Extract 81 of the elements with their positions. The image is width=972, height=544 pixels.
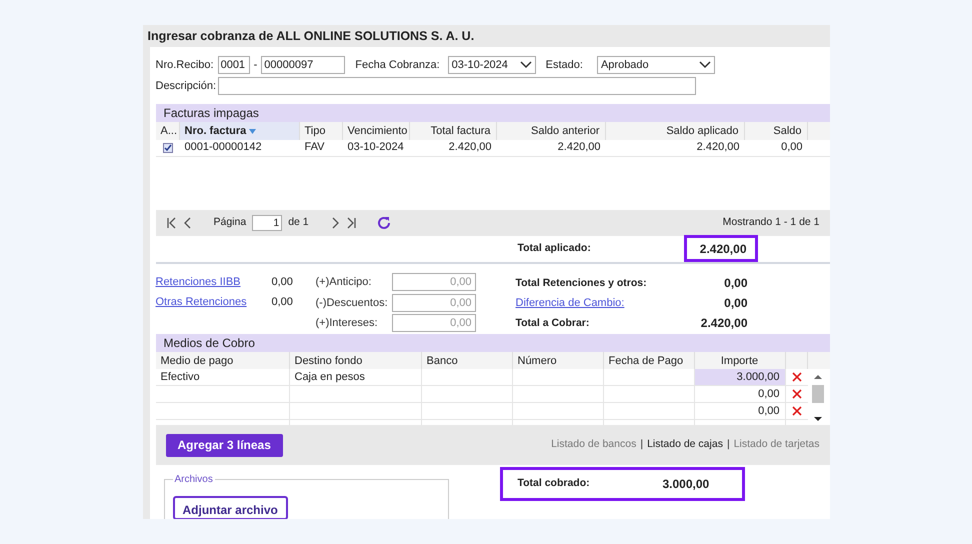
separator-text: - xyxy=(254,58,258,73)
last-page-icon[interactable] xyxy=(344,216,357,229)
table-cell: 0,00 xyxy=(694,403,786,420)
column-header[interactable]: Tipo xyxy=(300,122,342,140)
field-label: (+)Anticipo: xyxy=(316,274,372,290)
table-cell-text: 2.420,00 xyxy=(696,140,740,156)
total-value: 2.420,00 xyxy=(684,235,758,262)
field-label: Nro.Recibo: xyxy=(156,58,214,73)
total-label: Total Retenciones y otros: xyxy=(516,276,648,292)
amount-field[interactable]: 0,00 xyxy=(392,294,476,312)
total-value: 0,00 xyxy=(723,294,748,312)
add-lines-button[interactable]: Agregar 3 líneas xyxy=(166,434,283,457)
list-link[interactable]: Listado de tarjetas xyxy=(734,437,820,454)
column-header[interactable]: Número xyxy=(512,352,604,370)
total-value: 2.420,00 xyxy=(700,314,748,332)
section-header: Facturas impagas xyxy=(156,104,830,122)
table-cell-text: 2.420,00 xyxy=(556,140,602,156)
page-label: Página xyxy=(214,214,246,230)
chevron-down-icon xyxy=(520,61,532,69)
delete-icon[interactable] xyxy=(792,372,802,382)
chevron-down-icon xyxy=(698,61,711,69)
column-header[interactable]: Destino fondo xyxy=(290,352,422,370)
input-field[interactable] xyxy=(218,77,696,95)
first-page-icon[interactable] xyxy=(166,216,178,229)
table-cell-text: 0,00 xyxy=(780,140,804,156)
separator-text: | xyxy=(640,437,644,452)
column-header[interactable]: Medio de pago xyxy=(156,352,290,370)
table-cell: Efectivo xyxy=(156,369,290,386)
table-cell: 0,00 xyxy=(694,386,786,402)
field-label: (-)Descuentos: xyxy=(316,296,389,311)
delete-icon[interactable] xyxy=(792,406,802,416)
amount-field[interactable]: 0,00 xyxy=(392,273,476,292)
link[interactable]: Retenciones IIBB xyxy=(156,274,272,290)
page-count: de 1 xyxy=(288,214,309,230)
table-cell-text: FAV xyxy=(304,140,326,156)
table-cell-text: 2.420,00 xyxy=(448,140,492,156)
column-header[interactable]: Saldo aplicado xyxy=(606,122,744,140)
column-header[interactable]: Nro. factura xyxy=(180,122,300,140)
page-input[interactable]: 1 xyxy=(252,214,282,231)
column-header[interactable]: Fecha de Pago xyxy=(604,352,694,370)
total-label: Total aplicado: xyxy=(518,240,592,256)
previous-page-icon[interactable] xyxy=(184,216,192,229)
separator-text: | xyxy=(726,437,730,452)
field-label: Descripción: xyxy=(156,78,216,94)
window-title: Ingresar cobranza de ALL ONLINE SOLUTIONS S. A. U. xyxy=(146,28,476,45)
table-cell-text: 03-10-2024 xyxy=(346,140,405,156)
column-header[interactable]: Saldo anterior xyxy=(496,122,606,140)
row-checkbox[interactable] xyxy=(162,142,172,153)
delete-icon[interactable] xyxy=(792,389,802,400)
status-dropdown[interactable]: Aprobado xyxy=(596,56,715,74)
column-header[interactable]: Total factura xyxy=(410,122,496,140)
section-header: Medios de Cobro xyxy=(156,334,830,352)
sort-icon xyxy=(249,128,256,134)
link[interactable]: Diferencia de Cambio: xyxy=(516,295,676,312)
field-label: (+)Intereses: xyxy=(316,316,379,332)
next-page-icon[interactable] xyxy=(330,216,339,229)
date-dropdown[interactable]: 03-10-2024 xyxy=(448,56,536,74)
table-cell: 3.000,00 xyxy=(694,369,786,386)
input-field[interactable]: 00000097 xyxy=(261,56,346,74)
table-cell: Caja en pesos xyxy=(290,369,422,386)
list-link[interactable]: Listado de cajas xyxy=(647,437,723,454)
column-header[interactable]: Banco xyxy=(422,352,512,370)
field-label: Estado: xyxy=(546,58,583,73)
amount-field[interactable]: 0,00 xyxy=(392,314,476,332)
link[interactable]: Otras Retenciones xyxy=(156,294,272,310)
column-header[interactable]: Vencimiento xyxy=(342,122,410,140)
refresh-icon[interactable] xyxy=(376,216,391,230)
field-label: Fecha Cobranza: xyxy=(355,58,440,73)
list-link[interactable]: Listado de bancos xyxy=(551,437,636,454)
table-cell-text: 0001-00000142 xyxy=(184,140,263,156)
amount-text: 0,00 xyxy=(272,274,293,290)
column-header[interactable]: Saldo xyxy=(744,122,808,140)
total-value: 0,00 xyxy=(723,274,748,292)
total-label: Total cobrado: xyxy=(518,476,591,492)
check-icon xyxy=(164,144,172,152)
input-field[interactable]: 0001 xyxy=(218,56,250,74)
attach-file-button[interactable]: Adjuntar archivo xyxy=(172,496,288,519)
total-value: 3.000,00 xyxy=(662,476,710,493)
amount-text: 0,00 xyxy=(272,294,293,310)
record-count: Mostrando 1 - 1 de 1 xyxy=(722,214,820,230)
total-label: Total a Cobrar: xyxy=(516,316,590,332)
